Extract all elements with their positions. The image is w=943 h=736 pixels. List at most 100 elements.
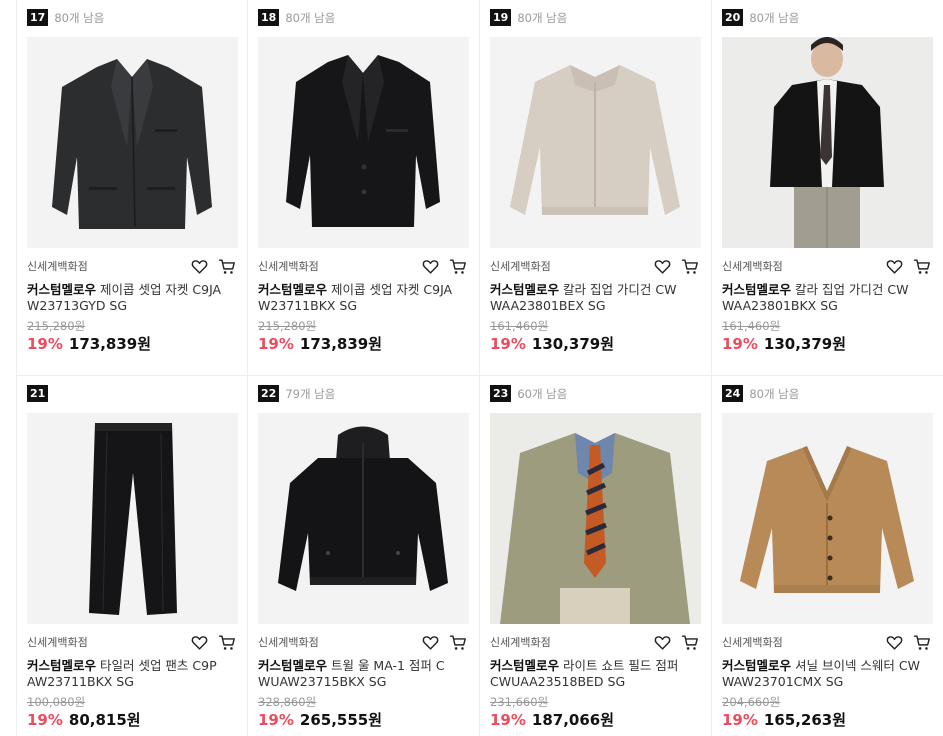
shop-line: 신세계백화점	[490, 256, 701, 276]
rank-line: 23 60개 남음	[490, 385, 567, 402]
brand-name: 커스텀멜로우	[258, 282, 328, 297]
discount-rate: 19%	[722, 711, 758, 729]
shop-line: 신세계백화점	[27, 632, 238, 652]
price-line: 19% 173,839원	[258, 333, 382, 354]
product-card[interactable]: 24 80개 남음 신세계백화점 커스텀멜로우 셔닐 브이넥 스웨터 CW WA…	[712, 376, 943, 736]
product-card[interactable]: 17 80개 남음 신세계백화점 커스텀멜로우 제이콥 셋업 자켓 C9JA W…	[16, 0, 248, 375]
product-name[interactable]: 커스텀멜로우 칼라 집업 가디건 CW WAA23801BKX SG	[722, 282, 934, 314]
stock-label: 80개 남음	[749, 10, 800, 25]
heart-icon[interactable]	[188, 632, 210, 652]
brand-name: 커스텀멜로우	[27, 282, 97, 297]
heart-icon[interactable]	[651, 632, 673, 652]
rank-badge: 17	[27, 9, 49, 26]
discount-rate: 19%	[258, 711, 294, 729]
product-image[interactable]	[490, 413, 701, 624]
sale-price: 165,263원	[763, 711, 847, 729]
heart-icon[interactable]	[419, 256, 441, 276]
rank-line: 21	[27, 385, 54, 402]
shop-name: 신세계백화점	[258, 260, 319, 273]
camel-cardigan-icon	[722, 413, 933, 624]
product-card[interactable]: 20 80개 남음 신세계백화점 커스텀멜로우 칼라 집업 가디건 CW WAA…	[712, 0, 943, 375]
price-line: 19% 265,555원	[258, 709, 382, 730]
original-price: 204,660원	[722, 695, 781, 709]
product-card[interactable]: 23 60개 남음 신세계백화점 커스텀멜로우 라이트 쇼트 필드 점퍼 CWU…	[480, 376, 712, 736]
shop-line: 신세계백화점	[490, 632, 701, 652]
sale-price: 130,379원	[531, 335, 615, 353]
price-line: 19% 130,379원	[722, 333, 846, 354]
model-black-cardigan-icon	[722, 37, 933, 248]
stock-label: 80개 남음	[749, 386, 800, 401]
shop-line: 신세계백화점	[258, 632, 469, 652]
product-name[interactable]: 커스텀멜로우 트윌 울 MA-1 점퍼 C WUAW23715BKX SG	[258, 658, 470, 690]
cart-icon[interactable]	[679, 256, 701, 276]
brand-name: 커스텀멜로우	[722, 658, 792, 673]
product-image[interactable]	[722, 413, 933, 624]
cart-icon[interactable]	[447, 256, 469, 276]
discount-rate: 19%	[490, 335, 526, 353]
product-card[interactable]: 22 79개 남음 신세계백화점 커스텀멜로우 트윌 울 MA-1 점퍼 C W…	[248, 376, 480, 736]
shop-name: 신세계백화점	[27, 636, 88, 649]
cart-icon[interactable]	[911, 256, 933, 276]
discount-rate: 19%	[27, 711, 63, 729]
product-image[interactable]	[27, 413, 238, 624]
stock-label: 60개 남음	[517, 386, 568, 401]
shop-line: 신세계백화점	[722, 632, 933, 652]
product-image[interactable]	[258, 37, 469, 248]
shop-name: 신세계백화점	[722, 260, 783, 273]
brand-name: 커스텀멜로우	[722, 282, 792, 297]
sale-price: 130,379원	[763, 335, 847, 353]
sale-price: 173,839원	[299, 335, 383, 353]
cart-icon[interactable]	[216, 256, 238, 276]
product-card[interactable]: 19 80개 남음 신세계백화점 커스텀멜로우 칼라 집업 가디건 CW WAA…	[480, 0, 712, 375]
sale-price: 265,555원	[299, 711, 383, 729]
price-line: 19% 130,379원	[490, 333, 614, 354]
rank-line: 20 80개 남음	[722, 9, 799, 26]
rank-badge: 19	[490, 9, 512, 26]
cart-icon[interactable]	[679, 632, 701, 652]
product-image[interactable]	[490, 37, 701, 248]
heart-icon[interactable]	[419, 632, 441, 652]
stock-label: 80개 남음	[285, 10, 336, 25]
product-card[interactable]: 21 신세계백화점 커스텀멜로우 타일러 셋업 팬츠 C9P AW23711BK…	[16, 376, 248, 736]
product-card[interactable]: 18 80개 남음 신세계백화점 커스텀멜로우 제이콥 셋업 자켓 C9JA W…	[248, 0, 480, 375]
heart-icon[interactable]	[883, 256, 905, 276]
discount-rate: 19%	[490, 711, 526, 729]
shop-name: 신세계백화점	[490, 636, 551, 649]
price-line: 19% 165,263원	[722, 709, 846, 730]
brand-name: 커스텀멜로우	[490, 282, 560, 297]
product-name[interactable]: 커스텀멜로우 라이트 쇼트 필드 점퍼 CWUAA23518BED SG	[490, 658, 702, 690]
rank-badge: 21	[27, 385, 49, 402]
price-line: 19% 80,815원	[27, 709, 141, 730]
discount-rate: 19%	[258, 335, 294, 353]
product-name[interactable]: 커스텀멜로우 제이콥 셋업 자켓 C9JA W23713GYD SG	[27, 282, 239, 314]
rank-line: 22 79개 남음	[258, 385, 335, 402]
cart-icon[interactable]	[216, 632, 238, 652]
product-name[interactable]: 커스텀멜로우 제이콥 셋업 자켓 C9JA W23711BKX SG	[258, 282, 470, 314]
sale-price: 80,815원	[68, 711, 141, 729]
product-name[interactable]: 커스텀멜로우 칼라 집업 가디건 CW WAA23801BEX SG	[490, 282, 702, 314]
product-image[interactable]	[722, 37, 933, 248]
original-price: 215,280원	[258, 319, 317, 333]
discount-rate: 19%	[27, 335, 63, 353]
heart-icon[interactable]	[651, 256, 673, 276]
original-price: 328,860원	[258, 695, 317, 709]
original-price: 215,280원	[27, 319, 86, 333]
shop-name: 신세계백화점	[258, 636, 319, 649]
product-grid: 17 80개 남음 신세계백화점 커스텀멜로우 제이콥 셋업 자켓 C9JA W…	[16, 0, 943, 736]
discount-rate: 19%	[722, 335, 758, 353]
heart-icon[interactable]	[188, 256, 210, 276]
cart-icon[interactable]	[911, 632, 933, 652]
shop-name: 신세계백화점	[27, 260, 88, 273]
black-blazer-icon	[258, 37, 469, 248]
cart-icon[interactable]	[447, 632, 469, 652]
product-name[interactable]: 커스텀멜로우 타일러 셋업 팬츠 C9P AW23711BKX SG	[27, 658, 239, 690]
product-image[interactable]	[258, 413, 469, 624]
model-khaki-jacket-icon	[490, 413, 701, 624]
product-name[interactable]: 커스텀멜로우 셔닐 브이넥 스웨터 CW WAW23701CMX SG	[722, 658, 934, 690]
heart-icon[interactable]	[883, 632, 905, 652]
product-image[interactable]	[27, 37, 238, 248]
shop-name: 신세계백화점	[722, 636, 783, 649]
sale-price: 173,839원	[68, 335, 152, 353]
rank-badge: 23	[490, 385, 512, 402]
product-row: 21 신세계백화점 커스텀멜로우 타일러 셋업 팬츠 C9P AW23711BK…	[16, 376, 943, 736]
